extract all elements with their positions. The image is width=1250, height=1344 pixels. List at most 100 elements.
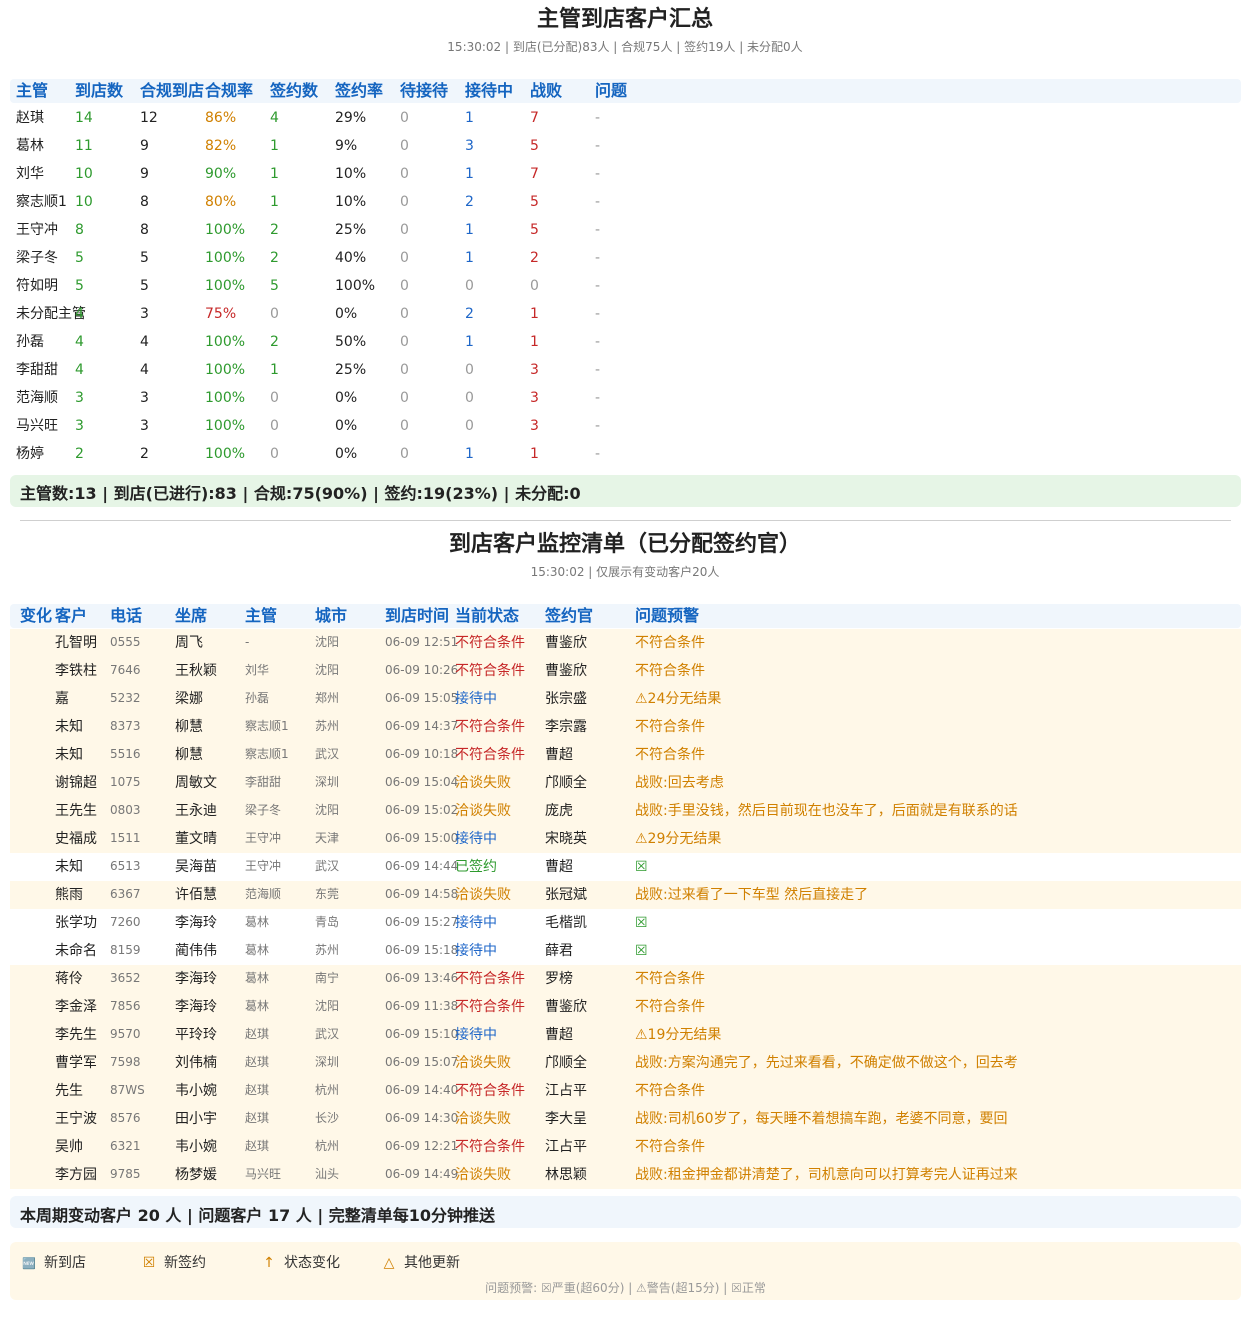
summary-cell-4: 2 (270, 222, 279, 238)
monitor-cell-agent: 董文晴 (175, 831, 217, 847)
monitor-cell-customer: 王宁波 (55, 1111, 97, 1127)
summary-cell-5: 0% (335, 446, 358, 462)
monitor-cell-agent: 韦小婉 (175, 1083, 217, 1099)
monitor-cell-customer: 史福成 (55, 831, 97, 847)
legend-item: △ 其他更新 (380, 1252, 460, 1274)
monitor-cell-agent: 刘伟楠 (175, 1055, 217, 1071)
monitor-cell-time: 06-09 15:05 (385, 691, 459, 705)
monitor-cell-customer: 吴帅 (55, 1139, 83, 1155)
summary-cell-7: 1 (465, 334, 474, 350)
summary-header-cell: 问题 (595, 81, 628, 100)
monitor-cell-time: 06-09 15:10 (385, 1027, 459, 1041)
summary-cell-0: 孙磊 (16, 334, 44, 350)
monitor-cell-city: 武汉 (315, 859, 340, 873)
monitor-cell-manager: 察志顺1 (245, 747, 289, 761)
monitor-cell-phone: 7856 (110, 999, 141, 1013)
monitor-row: 李金泽 7856 李海玲 葛林 沈阳 06-09 11:38 不符合条件 曹鉴欣 不符合条件 (10, 993, 1241, 1021)
summary-cell-8: 3 (530, 390, 539, 406)
monitor-row: 王先生 0803 王永迪 梁子冬 沈阳 06-09 15:02 洽谈失败 庞虎 战败:手里没钱，… (10, 797, 1241, 825)
monitor-header-cell: 坐席 (175, 606, 208, 625)
summary-cell-0: 刘华 (16, 166, 44, 182)
monitor-cell-manager: 赵琪 (245, 1027, 270, 1041)
legend-item-label: 其他更新 (404, 1255, 460, 1271)
monitor-cell-manager: 孙磊 (245, 691, 270, 705)
monitor-cell-phone: 9785 (110, 1167, 141, 1181)
summary-cell-9: - (595, 250, 601, 266)
summary-cell-2: 4 (140, 362, 149, 378)
monitor-cell-city: 长沙 (315, 1111, 340, 1125)
monitor-cell-phone: 5232 (110, 691, 141, 705)
summary-cell-1: 4 (75, 306, 84, 322)
monitor-cell-alert: 战败:方案沟通完了，先过来看看，不确定做不做这个，回去考 (635, 1055, 1018, 1071)
monitor-cell-status: 接待中 (455, 831, 497, 847)
summary-cell-6: 0 (400, 166, 409, 182)
monitor-header-cell: 当前状态 (455, 606, 520, 625)
monitor-cell-customer: 熊雨 (55, 887, 83, 903)
summary-cell-0: 范海顺 (16, 390, 58, 406)
monitor-header-cell: 电话 (110, 606, 143, 625)
summary-row: 孙磊 4 4 100% 2 50% 0 1 1 - (10, 328, 1241, 356)
monitor-cell-customer: 蒋伶 (55, 971, 83, 987)
monitor-cell-signer: 曹超 (545, 1027, 573, 1043)
legend-item-label: 新到店 (44, 1255, 86, 1271)
summary-cell-9: - (595, 362, 601, 378)
monitor-row: 史福成 1511 董文晴 王守冲 天津 06-09 15:00 接待中 宋晓英 ⚠29分无结果 (10, 825, 1241, 853)
monitor-cell-city: 苏州 (315, 943, 340, 957)
monitor-cell-manager: 葛林 (245, 971, 270, 985)
summary-cell-2: 3 (140, 418, 149, 434)
summary-cell-9: - (595, 390, 601, 406)
monitor-table-header: 变化 客户 电话 坐席 主管 城市 到店时间 当前状态 签约官 问题预警 (10, 604, 1241, 628)
monitor-row: 张学功 7260 李海玲 葛林 青岛 06-09 15:27 接待中 毛楷凯 ☒ (10, 909, 1241, 937)
summary-cell-8: 5 (530, 222, 539, 238)
monitor-cell-city: 南宁 (315, 971, 340, 985)
summary-cell-6: 0 (400, 222, 409, 238)
monitor-cell-agent: 平玲玲 (175, 1027, 217, 1043)
monitor-cell-alert: ☒ (635, 915, 648, 931)
summary-cell-5: 0% (335, 390, 358, 406)
summary-cell-5: 25% (335, 222, 367, 238)
summary-cell-4: 2 (270, 334, 279, 350)
monitor-cell-status: 洽谈失败 (455, 1111, 511, 1127)
summary-cell-1: 3 (75, 418, 84, 434)
monitor-cell-alert: 不符合条件 (635, 663, 705, 679)
monitor-cell-signer: 江占平 (545, 1083, 587, 1099)
summary-cell-3: 100% (205, 250, 246, 266)
summary-cell-2: 12 (140, 110, 158, 126)
monitor-row: 未知 6513 吴海苗 王守冲 武汉 06-09 14:44 已签约 曹超 ☒ (10, 853, 1241, 881)
legend-item-label: 新签约 (164, 1255, 206, 1271)
monitor-cell-signer: 李大呈 (545, 1111, 587, 1127)
summary-cell-0: 察志顺1 (16, 194, 67, 210)
summary-cell-9: - (595, 334, 601, 350)
monitor-cell-manager: 刘华 (245, 663, 270, 677)
monitor-cell-city: 天津 (315, 831, 340, 845)
legend-item-label: 状态变化 (284, 1255, 340, 1271)
summary-row: 李甜甜 4 4 100% 1 25% 0 0 3 - (10, 356, 1241, 384)
monitor-cell-phone: 7598 (110, 1055, 141, 1069)
monitor-cell-city: 武汉 (315, 747, 340, 761)
summary-row: 察志顺1 10 8 80% 1 10% 0 2 5 - (10, 188, 1241, 216)
summary-cell-0: 赵琪 (16, 110, 44, 126)
summary-cell-9: - (595, 278, 601, 294)
section-divider (20, 520, 1231, 521)
monitor-cell-signer: 张冠斌 (545, 887, 587, 903)
monitor-cell-time: 06-09 14:40 (385, 1083, 459, 1097)
summary-cell-2: 3 (140, 390, 149, 406)
monitor-footer-bar: 本周期变动客户 20 人 | 问题客户 17 人 | 完整清单每10分钟推送 (10, 1196, 1241, 1228)
summary-cell-7: 1 (465, 166, 474, 182)
monitor-cell-time: 06-09 13:46 (385, 971, 459, 985)
summary-row: 葛林 11 9 82% 1 9% 0 3 5 - (10, 132, 1241, 160)
summary-cell-5: 10% (335, 194, 367, 210)
summary-cell-8: 1 (530, 306, 539, 322)
up-arrow-icon: ↑ (263, 1255, 275, 1271)
monitor-cell-time: 06-09 14:58 (385, 887, 459, 901)
summary-cell-1: 4 (75, 362, 84, 378)
summary-cell-3: 86% (205, 110, 237, 126)
monitor-cell-manager: 葛林 (245, 915, 270, 929)
monitor-cell-manager: 赵琪 (245, 1139, 270, 1153)
monitor-header-cell: 到店时间 (385, 606, 450, 625)
monitor-cell-signer: 曹超 (545, 747, 573, 763)
monitor-cell-time: 06-09 10:26 (385, 663, 459, 677)
summary-header-cell: 待接待 (400, 81, 449, 100)
monitor-cell-city: 深圳 (315, 775, 340, 789)
monitor-cell-alert: ⚠19分无结果 (635, 1027, 722, 1043)
